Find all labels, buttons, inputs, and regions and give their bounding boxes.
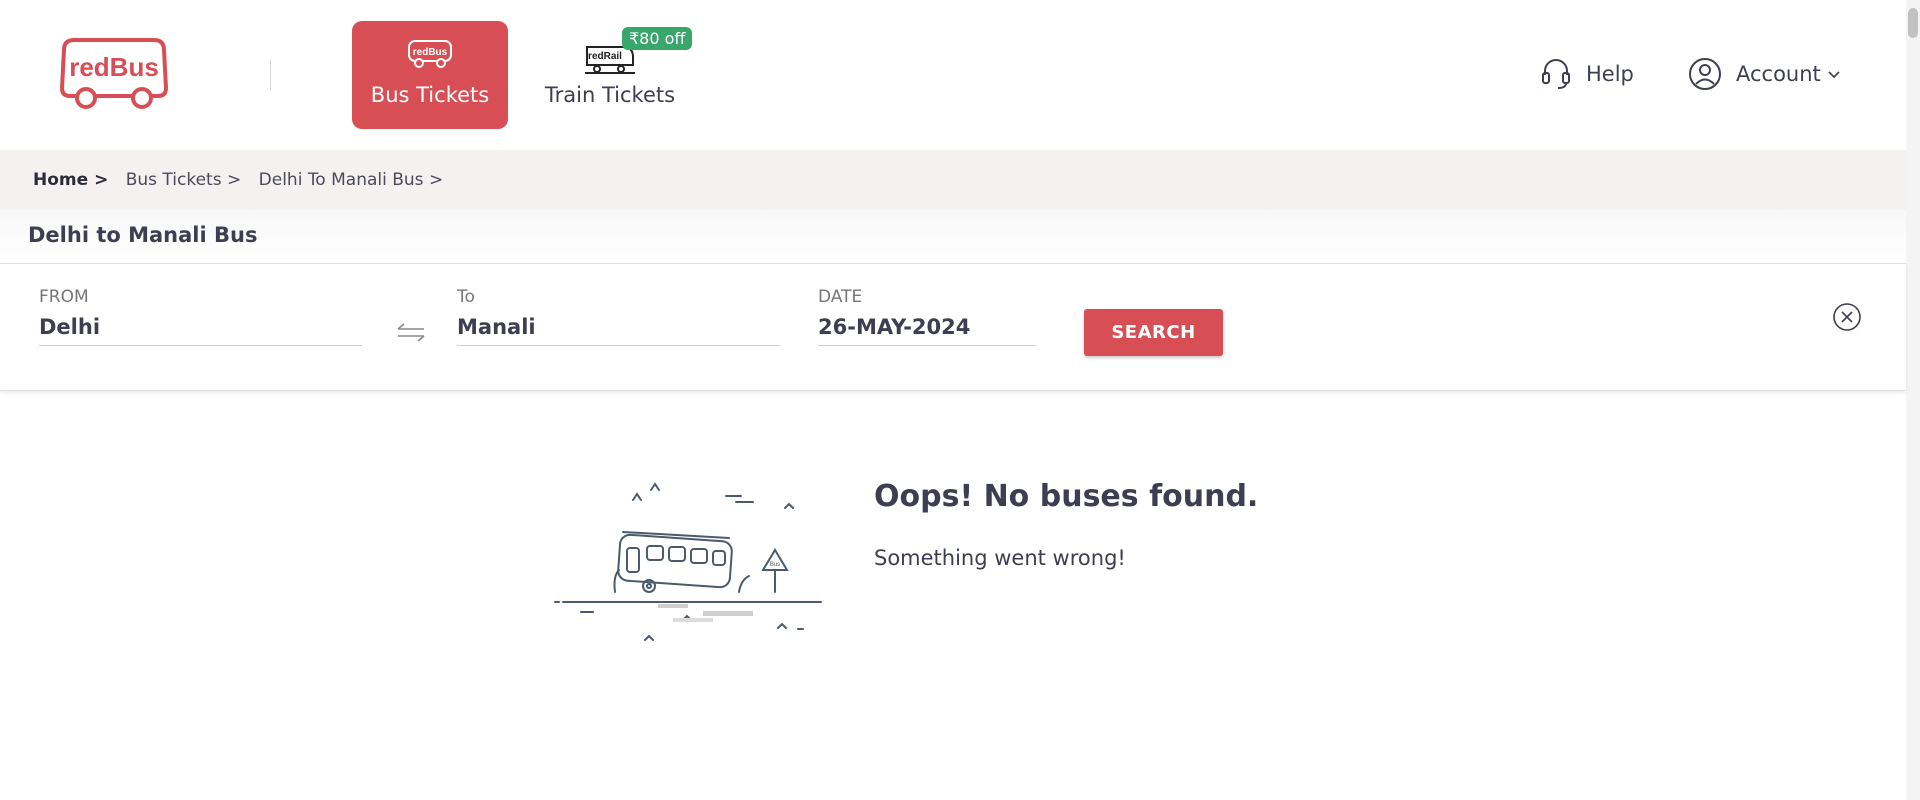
offer-badge: ₹80 off [622, 27, 693, 50]
scrollbar-thumb[interactable] [1908, 8, 1918, 38]
title-band [0, 210, 1906, 263]
headset-icon [1542, 59, 1570, 89]
breadcrumb: Home > Bus Tickets > Delhi To Manali Bus… [33, 170, 455, 190]
date-input[interactable]: 26-MAY-2024 [818, 315, 1036, 346]
no-bus-illustration: Bus [554, 482, 822, 641]
svg-text:redRail: redRail [588, 51, 622, 62]
svg-text:Bus: Bus [770, 562, 780, 568]
from-field[interactable]: FROM Delhi [39, 287, 362, 346]
swap-icon[interactable] [396, 322, 426, 342]
svg-text:redBus: redBus [413, 47, 448, 58]
breadcrumb-route[interactable]: Delhi To Manali Bus > [259, 170, 444, 190]
search-button[interactable]: SEARCH [1084, 309, 1223, 356]
help-link[interactable]: Help [1540, 57, 1634, 91]
from-input[interactable]: Delhi [39, 315, 362, 346]
empty-state-title: Oops! No buses found. [874, 479, 1259, 514]
tab-train-tickets-label: Train Tickets [544, 83, 676, 107]
date-label: DATE [818, 287, 863, 307]
breadcrumb-home[interactable]: Home > [33, 170, 108, 190]
from-label: FROM [39, 287, 89, 307]
chevron-down-icon [1828, 71, 1840, 79]
user-avatar-icon [1689, 58, 1721, 90]
breadcrumb-bus-tickets[interactable]: Bus Tickets > [126, 170, 242, 190]
date-field[interactable]: DATE 26-MAY-2024 [818, 287, 1036, 346]
top-header: redBus redBus Bus Tickets redRail Train … [0, 0, 1906, 150]
svg-text:redBus: redBus [69, 52, 159, 82]
redbus-logo[interactable]: redBus [56, 36, 172, 112]
to-field[interactable]: To Manali [457, 287, 780, 346]
to-label: To [457, 287, 475, 307]
redbus-icon: redBus [408, 40, 452, 68]
account-menu[interactable]: Account [1688, 57, 1841, 91]
header-divider [270, 60, 271, 90]
tab-bus-tickets-label: Bus Tickets [370, 83, 490, 107]
page-title: Delhi to Manali Bus [28, 223, 258, 247]
tab-bus-tickets[interactable]: redBus Bus Tickets [352, 21, 508, 129]
help-label: Help [1586, 62, 1634, 86]
to-input[interactable]: Manali [457, 315, 780, 346]
page-scrollbar[interactable] [1906, 0, 1920, 800]
account-label: Account [1736, 62, 1821, 86]
close-icon[interactable] [1832, 302, 1862, 332]
empty-state-subtitle: Something went wrong! [874, 546, 1126, 570]
